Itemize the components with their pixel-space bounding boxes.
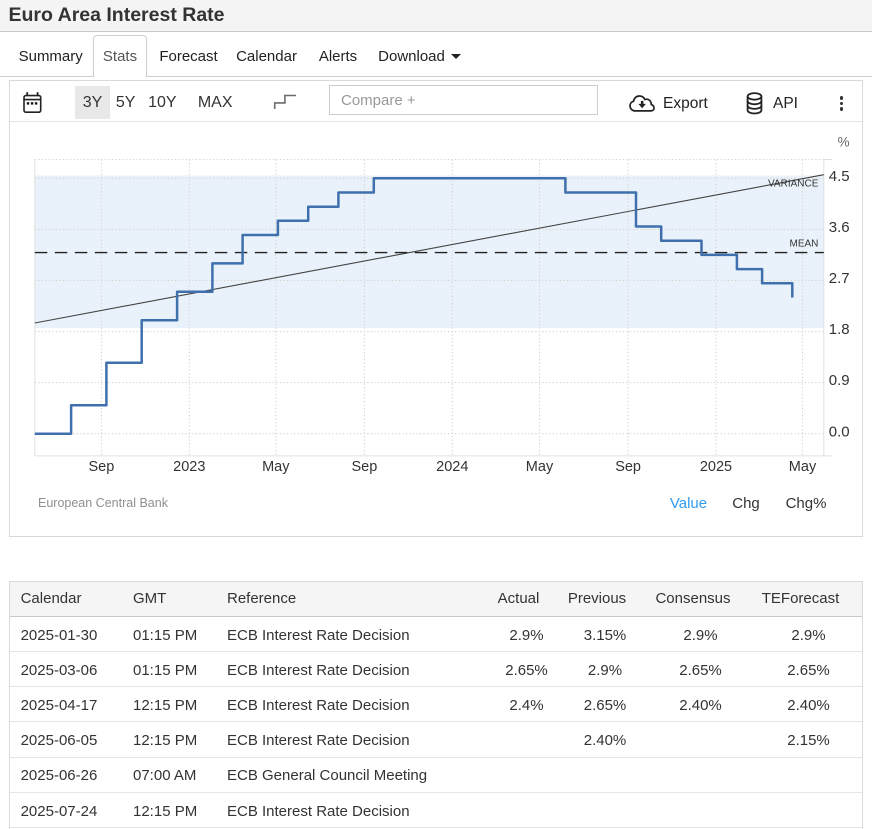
svg-text:Sep: Sep [351, 459, 377, 475]
svg-text:MEAN: MEAN [789, 239, 818, 250]
svg-text:May: May [789, 459, 817, 475]
svg-text:3.6: 3.6 [829, 219, 850, 236]
svg-text:2.7: 2.7 [829, 270, 850, 287]
svg-text:2024: 2024 [436, 459, 468, 475]
svg-text:May: May [526, 459, 554, 475]
svg-text:Sep: Sep [615, 459, 641, 475]
svg-text:0.9: 0.9 [829, 372, 850, 389]
svg-text:2023: 2023 [173, 459, 205, 475]
svg-text:VARIANCE: VARIANCE [768, 178, 819, 189]
svg-text:4.5: 4.5 [829, 168, 850, 185]
svg-text:Sep: Sep [88, 459, 114, 475]
svg-text:1.8: 1.8 [829, 321, 850, 338]
svg-text:May: May [262, 459, 290, 475]
svg-text:%: % [838, 134, 850, 149]
svg-text:0.0: 0.0 [829, 423, 850, 440]
svg-text:2025: 2025 [700, 459, 732, 475]
